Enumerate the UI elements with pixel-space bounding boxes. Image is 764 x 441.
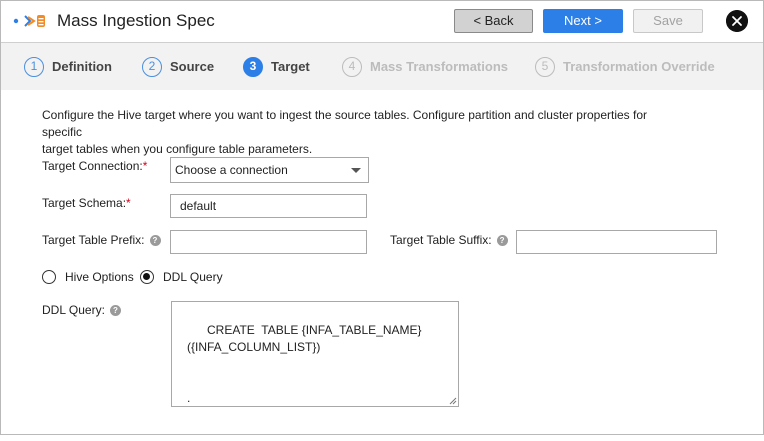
ddl-query-label: DDL Query:? bbox=[42, 303, 121, 317]
target-table-prefix-label-text: Target Table Prefix: bbox=[42, 233, 145, 247]
step-label: Mass Transformations bbox=[370, 59, 508, 74]
required-marker: * bbox=[126, 196, 131, 210]
required-marker: * bbox=[142, 159, 148, 173]
step-label: Target bbox=[271, 59, 310, 74]
target-schema-label: Target Schema:* bbox=[42, 196, 131, 210]
help-icon[interactable]: ? bbox=[149, 235, 161, 246]
back-button[interactable]: < Back bbox=[454, 9, 533, 33]
mass-ingestion-dialog: Mass Ingestion Spec < Back Next > Save 1… bbox=[0, 0, 764, 435]
ingestion-logo-icon bbox=[13, 15, 45, 27]
description-line: target tables when you configure table p… bbox=[42, 142, 313, 156]
target-table-suffix-label-text: Target Table Suffix: bbox=[390, 233, 492, 247]
description-line: Configure the Hive target where you want… bbox=[42, 108, 647, 139]
target-connection-label-text: Target Connection: bbox=[42, 159, 143, 173]
target-table-prefix-label: Target Table Prefix:? bbox=[42, 233, 161, 247]
hive-options-radio[interactable] bbox=[42, 270, 56, 284]
step-number: 2 bbox=[142, 57, 162, 77]
target-form: Configure the Hive target where you want… bbox=[22, 90, 750, 430]
ddl-query-radio[interactable] bbox=[140, 270, 154, 284]
wizard-steps: 1 Definition 2 Source 3 Target 4 Mass Tr… bbox=[1, 42, 763, 90]
step-number: 4 bbox=[342, 57, 362, 77]
help-icon[interactable]: ? bbox=[496, 235, 508, 246]
hive-options-label[interactable]: Hive Options bbox=[65, 270, 134, 284]
page-title: Mass Ingestion Spec bbox=[57, 11, 215, 30]
step-label: Transformation Override bbox=[563, 59, 715, 74]
step-number: 5 bbox=[535, 57, 555, 77]
target-table-suffix-input[interactable] bbox=[516, 230, 717, 254]
target-connection-select[interactable]: Choose a connection bbox=[170, 157, 369, 183]
step-label: Source bbox=[170, 59, 215, 74]
ddl-query-radio-label[interactable]: DDL Query bbox=[163, 270, 223, 284]
target-table-prefix-input[interactable] bbox=[170, 230, 367, 254]
target-schema-label-text: Target Schema: bbox=[42, 196, 127, 210]
next-button[interactable]: Next > bbox=[543, 9, 623, 33]
help-icon[interactable]: ? bbox=[109, 305, 121, 316]
target-connection-label: Target Connection:* bbox=[42, 159, 147, 173]
target-connection-value: Choose a connection bbox=[175, 163, 288, 177]
ddl-query-label-text: DDL Query: bbox=[42, 303, 105, 317]
close-icon[interactable] bbox=[726, 10, 748, 32]
step-label: Definition bbox=[52, 59, 112, 74]
step-number: 1 bbox=[24, 57, 44, 77]
target-schema-input[interactable]: default bbox=[170, 194, 367, 218]
resize-handle-icon[interactable] bbox=[449, 397, 457, 405]
save-button[interactable]: Save bbox=[633, 9, 703, 33]
header: Mass Ingestion Spec < Back Next > Save bbox=[1, 1, 763, 41]
step-number: 3 bbox=[243, 57, 263, 77]
target-table-suffix-label: Target Table Suffix:? bbox=[390, 233, 508, 247]
chevron-down-icon bbox=[351, 168, 361, 173]
ddl-query-textarea[interactable]: CREATE TABLE {INFA_TABLE_NAME} ({INFA_CO… bbox=[171, 301, 459, 407]
form-description: Configure the Hive target where you want… bbox=[42, 107, 682, 158]
ddl-query-text: CREATE TABLE {INFA_TABLE_NAME} ({INFA_CO… bbox=[187, 323, 422, 405]
